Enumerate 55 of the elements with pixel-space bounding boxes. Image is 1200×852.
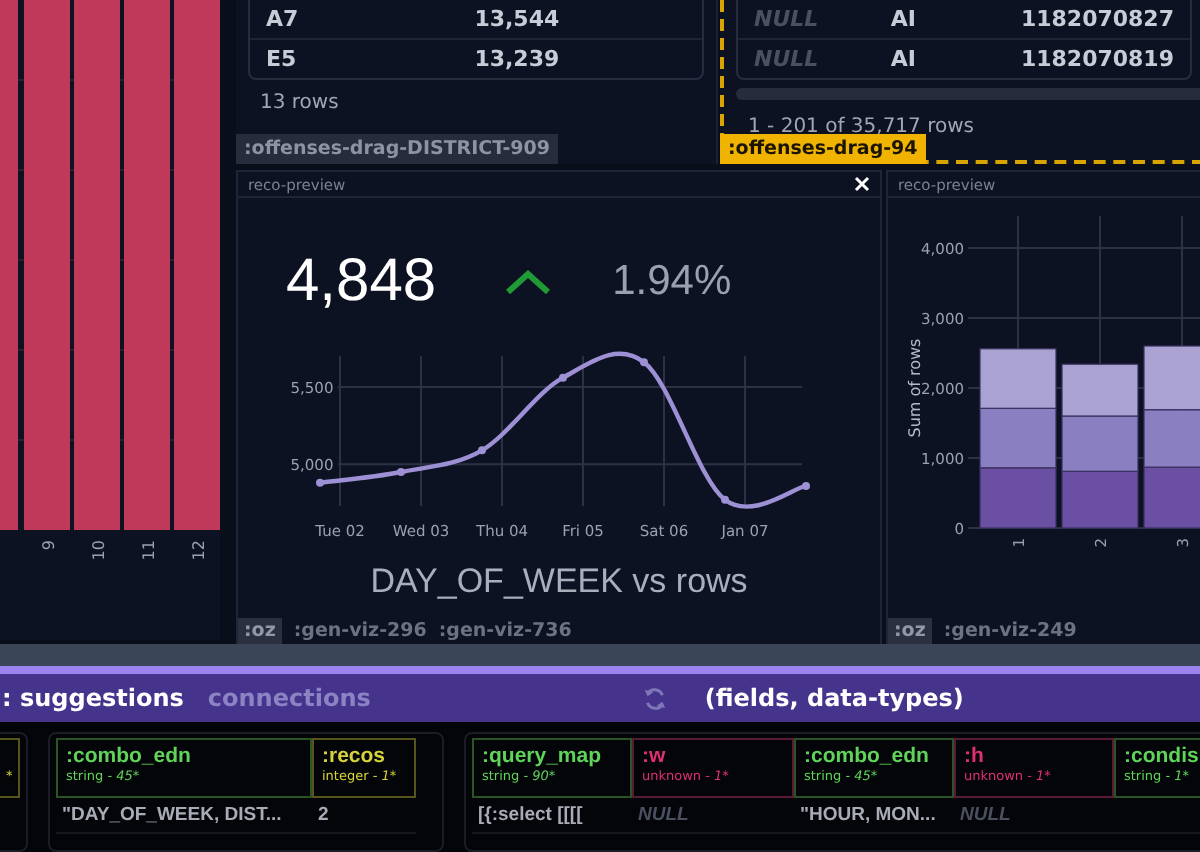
- table-cell-text: AI: [888, 46, 918, 72]
- section-title: (fields, data-types): [704, 684, 964, 712]
- data-point: [559, 373, 567, 382]
- chart-title: DAY_OF_WEEK vs rows: [368, 562, 750, 602]
- data-point: [802, 481, 810, 490]
- panel-tag[interactable]: :offenses-drag-94: [720, 134, 926, 164]
- tab[interactable]: : suggestions: [2, 684, 184, 712]
- row-count: 13 rows: [258, 90, 341, 114]
- table-cell-text: AI: [888, 6, 918, 32]
- bar-segment: [1061, 470, 1139, 529]
- change-percent: 1.94%: [612, 258, 732, 306]
- row-count: 1 - 201 of 35,717 rows: [746, 114, 976, 138]
- bar-segment: [1143, 466, 1200, 529]
- refresh-icon[interactable]: [642, 685, 669, 711]
- viz-tag[interactable]: :gen-viz-296: [293, 619, 427, 641]
- scrollbar[interactable]: [736, 88, 1200, 100]
- data-point: [721, 495, 729, 504]
- table-cell-text: 13,544: [472, 6, 562, 32]
- bar-segment: [979, 467, 1057, 529]
- table-cell-text: 1182070827: [1018, 6, 1176, 32]
- bar-segment: [979, 407, 1057, 469]
- data-point: [478, 446, 486, 455]
- axis-label: 10: [90, 540, 108, 561]
- table-cell: "DAY_OF_WEEK, DIST...: [62, 804, 282, 826]
- panel-tag[interactable]: :offenses-drag-DISTRICT-909: [236, 134, 558, 164]
- table-cell: NULL: [960, 804, 1011, 826]
- axis-label: 9: [40, 540, 58, 551]
- bar-segment: [1061, 415, 1139, 472]
- table-cell: 2: [318, 804, 329, 826]
- bar-segment: [1061, 363, 1139, 417]
- table-cell-text: NULL: [752, 46, 821, 72]
- viz-tag[interactable]: :gen-viz-736: [438, 619, 572, 641]
- data-point: [397, 468, 405, 476]
- table-cell-text: NULL: [752, 6, 821, 32]
- axis-label: 11: [140, 540, 158, 561]
- viz-tag[interactable]: :oz: [238, 617, 282, 643]
- data-point: [640, 358, 648, 367]
- axis-label: 12: [190, 540, 208, 561]
- table-cell-text: E5: [264, 46, 299, 72]
- table-cell: NULL: [638, 804, 689, 826]
- bar-segment: [1143, 345, 1200, 411]
- viz-tag[interactable]: :gen-viz-249: [943, 619, 1077, 641]
- bar-segment: [979, 348, 1057, 409]
- viz-tag[interactable]: :oz: [888, 617, 932, 643]
- table-cell: "HOUR, MON...: [800, 804, 936, 826]
- axis-title: Sum of rows: [906, 338, 924, 438]
- close-icon[interactable]: [854, 176, 870, 192]
- table-cell-text: 1182070819: [1018, 46, 1176, 72]
- table-cell: [{:select [[[[: [478, 804, 583, 826]
- table-cell-text: A7: [264, 6, 301, 32]
- bar-segment: [1143, 409, 1200, 468]
- table-cell-text: 13,239: [472, 46, 562, 72]
- data-point: [316, 478, 324, 487]
- tab[interactable]: connections: [207, 684, 371, 712]
- kpi-value: 4,848: [286, 248, 437, 316]
